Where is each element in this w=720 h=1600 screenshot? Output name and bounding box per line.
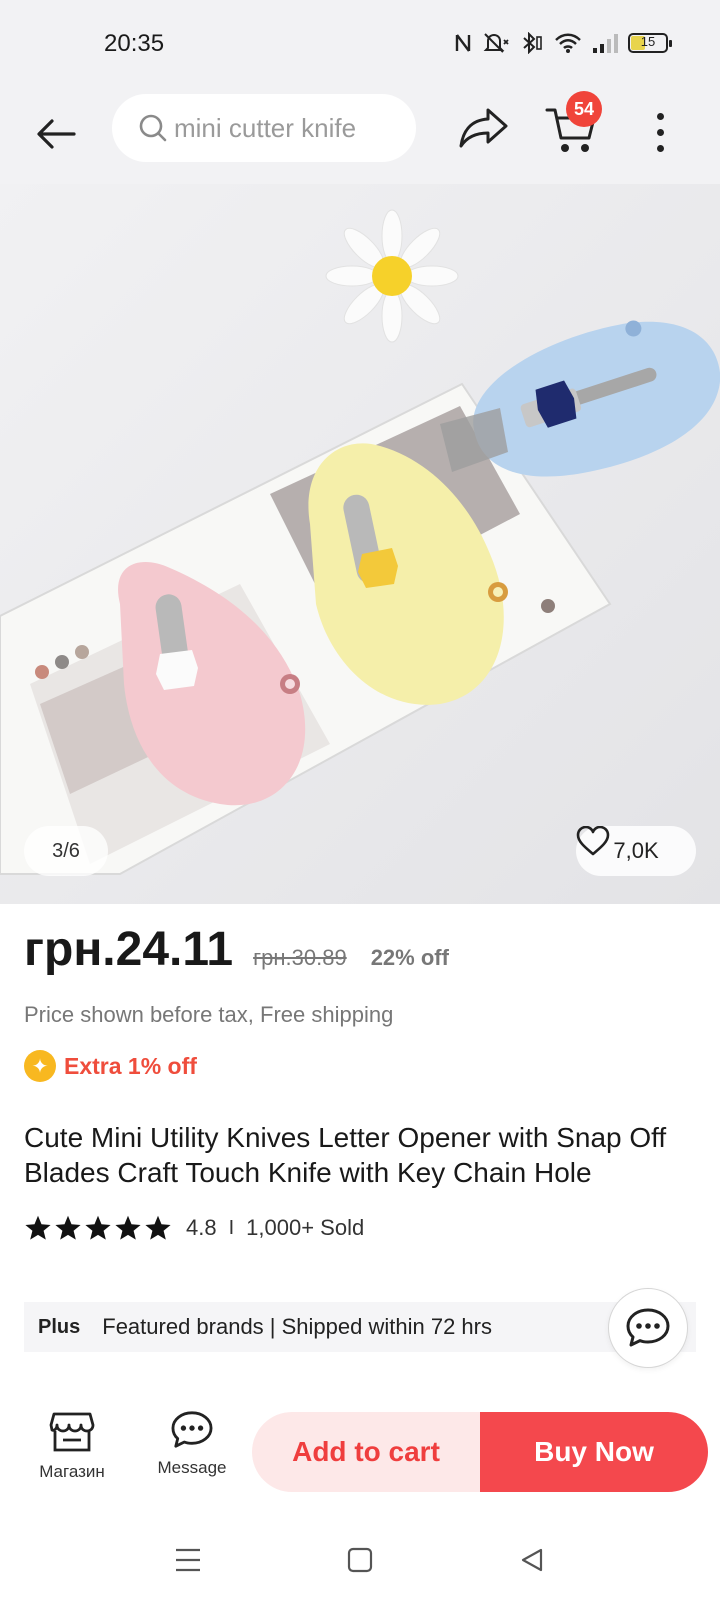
menu-icon (176, 1548, 200, 1572)
store-icon (49, 1412, 95, 1452)
current-price: грн.24.11 (24, 923, 234, 976)
share-button[interactable] (456, 104, 512, 154)
share-icon (459, 108, 508, 148)
store-button[interactable]: Магазин (24, 1410, 120, 1494)
status-bar: 20:35 15 (0, 0, 720, 88)
sold-count: 1,000+ Sold (246, 1215, 365, 1240)
system-nav-bar (0, 1520, 720, 1600)
heart-icon (576, 826, 610, 856)
status-icons: 15 (454, 32, 672, 54)
star-icon (25, 1215, 51, 1240)
tax-note: Price shown before tax, Free shipping (24, 1002, 394, 1027)
battery-level: 15 (640, 34, 656, 49)
mute-icon (483, 33, 509, 53)
back-icon (521, 1548, 543, 1572)
extra-discount-text: Extra 1% off (64, 1052, 197, 1079)
store-label: Магазин (39, 1462, 105, 1481)
home-button[interactable] (340, 1540, 380, 1580)
wishlist-count: 7,0K (613, 838, 659, 863)
home-icon (347, 1547, 373, 1573)
coin-icon: ✦ (24, 1050, 56, 1082)
image-counter: 3/6 (24, 826, 108, 876)
original-price: грн.30.89 (253, 945, 347, 970)
back-button[interactable] (30, 108, 82, 160)
product-image-carousel[interactable]: 3/6 7,0K (0, 184, 720, 904)
star-icon (55, 1215, 81, 1240)
more-menu-button[interactable] (640, 108, 680, 156)
plus-label: Plus (38, 1315, 81, 1338)
more-icon (656, 112, 664, 120)
wifi-icon (555, 33, 581, 53)
bluetooth-icon (523, 32, 542, 54)
rating-value: 4.8 (186, 1215, 217, 1240)
status-time: 20:35 (104, 30, 165, 57)
extra-discount[interactable]: ✦ Extra 1% off (24, 1050, 197, 1082)
message-button[interactable]: Message (144, 1410, 240, 1494)
message-icon (171, 1411, 213, 1448)
add-to-cart-button[interactable]: Add to cart (252, 1412, 480, 1492)
chat-icon (626, 1308, 670, 1347)
discount-label: 22% off (370, 945, 449, 970)
chat-fab-button[interactable] (608, 1288, 688, 1368)
battery-icon: 15 (628, 33, 672, 53)
rating-stars (24, 1214, 172, 1242)
rating-separator: I (228, 1216, 235, 1239)
search-icon (139, 114, 167, 142)
cart-count-badge: 54 (566, 91, 602, 127)
star-icon (115, 1215, 141, 1240)
wishlist-button[interactable]: 7,0K (576, 826, 696, 876)
plus-text: Featured brands | Shipped within 72 hrs (102, 1314, 492, 1339)
search-input[interactable]: mini cutter knife (112, 94, 416, 162)
plus-banner[interactable]: Plus Featured brands | Shipped within 72… (24, 1302, 696, 1352)
product-title: Cute Mini Utility Knives Letter Opener w… (24, 1122, 667, 1188)
signal-icon (593, 34, 618, 53)
star-icon (85, 1215, 111, 1240)
star-icon (145, 1215, 171, 1240)
nfc-icon (455, 34, 471, 52)
top-nav: mini cutter knife 54 (0, 88, 720, 184)
product-photo (0, 184, 720, 904)
price-row: грн.24.11 грн.30.89 22% off (24, 922, 449, 977)
message-label: Message (157, 1458, 227, 1477)
search-query: mini cutter knife (174, 112, 357, 143)
menu-button[interactable] (168, 1540, 208, 1580)
system-back-button[interactable] (512, 1540, 552, 1580)
back-arrow-icon (37, 119, 76, 149)
buy-now-button[interactable]: Buy Now (480, 1412, 708, 1492)
rating-row[interactable]: 4.8 I 1,000+ Sold (24, 1214, 364, 1242)
